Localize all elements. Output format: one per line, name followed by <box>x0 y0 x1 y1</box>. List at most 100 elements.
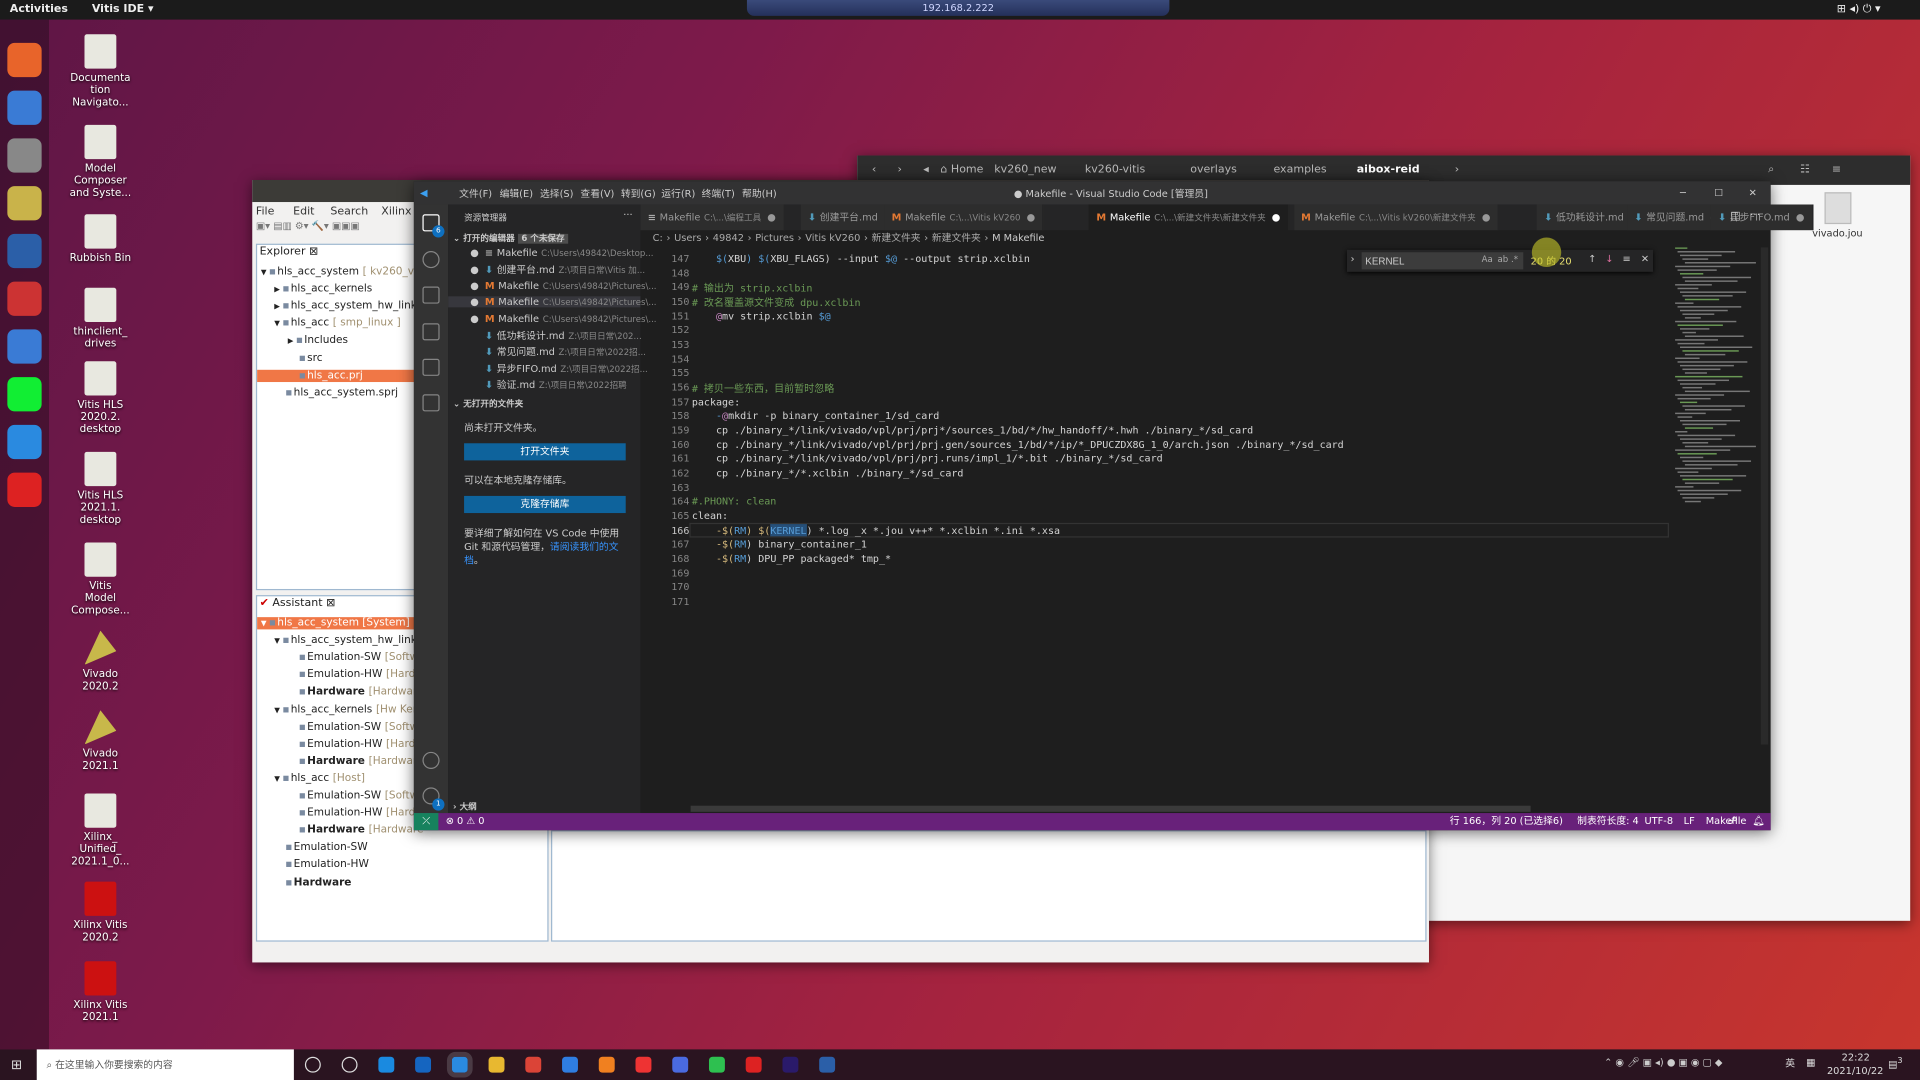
code-line[interactable]: cp ./binary_*/*.xclbin ./binary_*/sd_car… <box>692 467 964 479</box>
code-line[interactable]: clean: <box>692 509 728 521</box>
pycharm-icon[interactable] <box>7 377 42 412</box>
minimize-button[interactable]: ─ <box>1680 187 1686 198</box>
vscode-icon[interactable] <box>446 1051 473 1078</box>
vitis-icon[interactable] <box>7 472 42 507</box>
explorer-icon[interactable] <box>488 1056 505 1073</box>
unsaved-dot-icon[interactable]: ● <box>470 313 479 324</box>
desktop-icon[interactable]: Vitis HLS 2020.2. desktop <box>51 361 149 436</box>
thunderbird-icon[interactable] <box>7 90 42 125</box>
find-in-selection-icon[interactable]: ≡ <box>1622 253 1630 264</box>
tree-item[interactable]: ▪Emulation-SW [Softw <box>257 652 419 664</box>
desktop-icon[interactable]: Xilinx Vitis 2020.2 <box>51 881 149 944</box>
language-mode[interactable]: Makefile <box>1706 813 1747 830</box>
clock-time[interactable]: 22:22 <box>1842 1052 1870 1063</box>
notification-center-icon[interactable]: ▤3 <box>1888 1056 1902 1070</box>
path-segment[interactable]: kv260_new <box>994 164 1056 176</box>
desktop-icon[interactable]: Vitis HLS 2021.1. desktop <box>51 451 149 527</box>
breadcrumb-item[interactable]: Pictures <box>755 233 794 244</box>
netease-icon[interactable] <box>635 1056 652 1073</box>
search-icon[interactable] <box>422 251 440 269</box>
menu-file[interactable]: File <box>256 206 274 218</box>
more-actions-icon[interactable]: ··· <box>623 209 632 220</box>
expand-arrow-icon[interactable]: ▼ <box>261 268 267 277</box>
expand-arrow-icon[interactable]: ▼ <box>274 775 280 784</box>
expand-arrow-icon[interactable]: ▼ <box>261 620 267 629</box>
vscode-icon[interactable] <box>7 424 42 460</box>
regex-button[interactable]: .* <box>1511 255 1518 265</box>
tree-item[interactable]: ▪Emulation-SW [Softw <box>257 790 419 802</box>
more-icon[interactable]: ··· <box>1750 209 1761 221</box>
open-editor-item[interactable]: ● ⬇ 创建平台.md Z:\项目日常\Vitis 加... <box>448 264 645 277</box>
remote-desktop-icon[interactable] <box>672 1056 689 1073</box>
system-tray-icons[interactable]: ⊞ ◂) ⏻ ▾ <box>1837 4 1881 16</box>
open-editor-item[interactable]: ● M Makefile C:\Users\49842\Pictures\... <box>448 296 657 308</box>
path-segment[interactable]: kv260-vitis <box>1085 164 1145 176</box>
tree-item[interactable]: ▪Emulation-HW <box>257 859 369 871</box>
editor-tab[interactable]: M Makefile C:\...\新建文件夹\新建文件夹 ● <box>1089 204 1289 231</box>
encoding[interactable]: UTF-8 <box>1644 813 1673 830</box>
outline-section[interactable]: › 大纲 <box>453 801 477 813</box>
vscode-menu-item[interactable]: 文件(F) <box>459 187 492 200</box>
account-icon[interactable] <box>422 751 440 769</box>
vscode-menu-item[interactable]: 查看(V) <box>580 187 614 200</box>
breadcrumb-item[interactable]: Users <box>674 233 701 244</box>
keyboard-icon[interactable]: ▦ <box>1806 1057 1815 1068</box>
desktop-icon[interactable]: Rubbish Bin <box>51 214 149 264</box>
activities-button[interactable]: Activities <box>10 4 68 16</box>
expand-arrow-icon[interactable]: ▼ <box>274 637 280 646</box>
tree-item[interactable]: ▪Emulation-HW [Hardw <box>257 669 424 681</box>
path-segment[interactable]: overlays <box>1190 164 1237 176</box>
tree-item[interactable]: ▼ ▪hls_acc_system[ kv260_vc <box>257 266 420 278</box>
indentation[interactable]: 制表符长度: 4 <box>1577 813 1639 830</box>
split-editor-icon[interactable]: ◫ <box>1730 211 1740 223</box>
end-of-line[interactable]: LF <box>1684 813 1695 830</box>
code-line[interactable]: # 输出为 strip.xclbin <box>692 281 813 296</box>
desktop-icon[interactable]: Xilinx_ Unified_ 2021.1_0... <box>51 793 149 868</box>
remote-explorer-icon[interactable] <box>422 358 440 376</box>
expand-arrow-icon[interactable]: ▶ <box>274 285 280 294</box>
extensions-icon[interactable] <box>422 394 440 412</box>
close-button[interactable]: ✕ <box>1749 187 1757 198</box>
tree-item[interactable]: ▶ ▪hls_acc_kernels <box>257 283 372 295</box>
tree-item[interactable]: ▪Emulation-SW <box>257 842 367 854</box>
unsaved-dot-icon[interactable]: ● <box>1272 212 1281 223</box>
vscode-menu-item[interactable]: 运行(R) <box>661 187 695 200</box>
unsaved-dot-icon[interactable]: ● <box>1796 212 1805 223</box>
visio-icon[interactable] <box>819 1056 836 1073</box>
desktop-icon[interactable]: Vivado 2020.2 <box>51 630 149 693</box>
path-segment[interactable]: ⌂ Home <box>940 164 983 176</box>
tree-item[interactable]: ▪Emulation-HW [Hardw <box>257 807 424 819</box>
vscode-menu-item[interactable]: 转到(G) <box>621 187 656 200</box>
back-icon[interactable]: ‹ <box>872 164 876 176</box>
desktop-icon[interactable]: Vivado 2021.1 <box>51 710 149 773</box>
tree-item[interactable]: ▼ ▪hls_acc[ smp_linux ] <box>257 318 401 330</box>
file-icon[interactable] <box>1824 192 1852 225</box>
code-line[interactable]: cp ./binary_*/link/vivado/vpl/prj/prj*/s… <box>692 424 1253 436</box>
menu-edit[interactable]: Edit <box>293 206 314 218</box>
tree-item[interactable]: ▪src <box>257 352 323 364</box>
code-line[interactable]: # 拷贝一些东西，目前暂时忽略 <box>692 381 834 396</box>
start-icon[interactable]: ⊞ <box>11 1057 22 1073</box>
expand-arrow-icon[interactable]: ▶ <box>288 337 294 346</box>
editor-tab[interactable]: M Makefile C:\...\Vitis kV260\新建文件夹 ● <box>1293 204 1499 231</box>
tree-item[interactable]: ▪Hardware <box>257 876 351 888</box>
editor-tab[interactable]: ⬇ 异步FIFO.md ● <box>1710 204 1814 231</box>
tree-item[interactable]: ▶ ▪hls_acc_system_hw_link <box>257 300 417 312</box>
notifications-icon[interactable]: 🔔︎ <box>1752 813 1764 830</box>
record-icon[interactable] <box>745 1056 762 1073</box>
cursor-position[interactable]: 行 166，列 20 (已选择6) <box>1450 813 1563 830</box>
expand-arrow-icon[interactable]: ▼ <box>274 706 280 715</box>
taskbar-search[interactable]: ⌕ 在这里输入你要搜索的内容 <box>36 1049 294 1080</box>
view-icon[interactable]: ☷ <box>1800 164 1810 176</box>
desktop-icon[interactable]: thinclient_ drives <box>51 287 149 350</box>
vscode-menu-item[interactable]: 终端(T) <box>702 187 735 200</box>
expand-arrow-icon[interactable]: ▶ <box>274 303 280 312</box>
rhythmbox-icon[interactable] <box>7 186 42 221</box>
tree-item[interactable]: ▼ ▪hls_acc_system_hw_link <box>257 634 417 646</box>
code-line[interactable]: # 改名覆盖源文件变成 dpu.xclbin <box>692 295 861 310</box>
forward-icon[interactable]: › <box>898 164 902 176</box>
desktop-icon[interactable]: Documenta tion Navigato... <box>51 34 149 109</box>
software-icon[interactable] <box>7 281 42 316</box>
sublime-icon[interactable] <box>598 1056 615 1073</box>
menu-icon[interactable]: ≡ <box>1832 164 1841 176</box>
